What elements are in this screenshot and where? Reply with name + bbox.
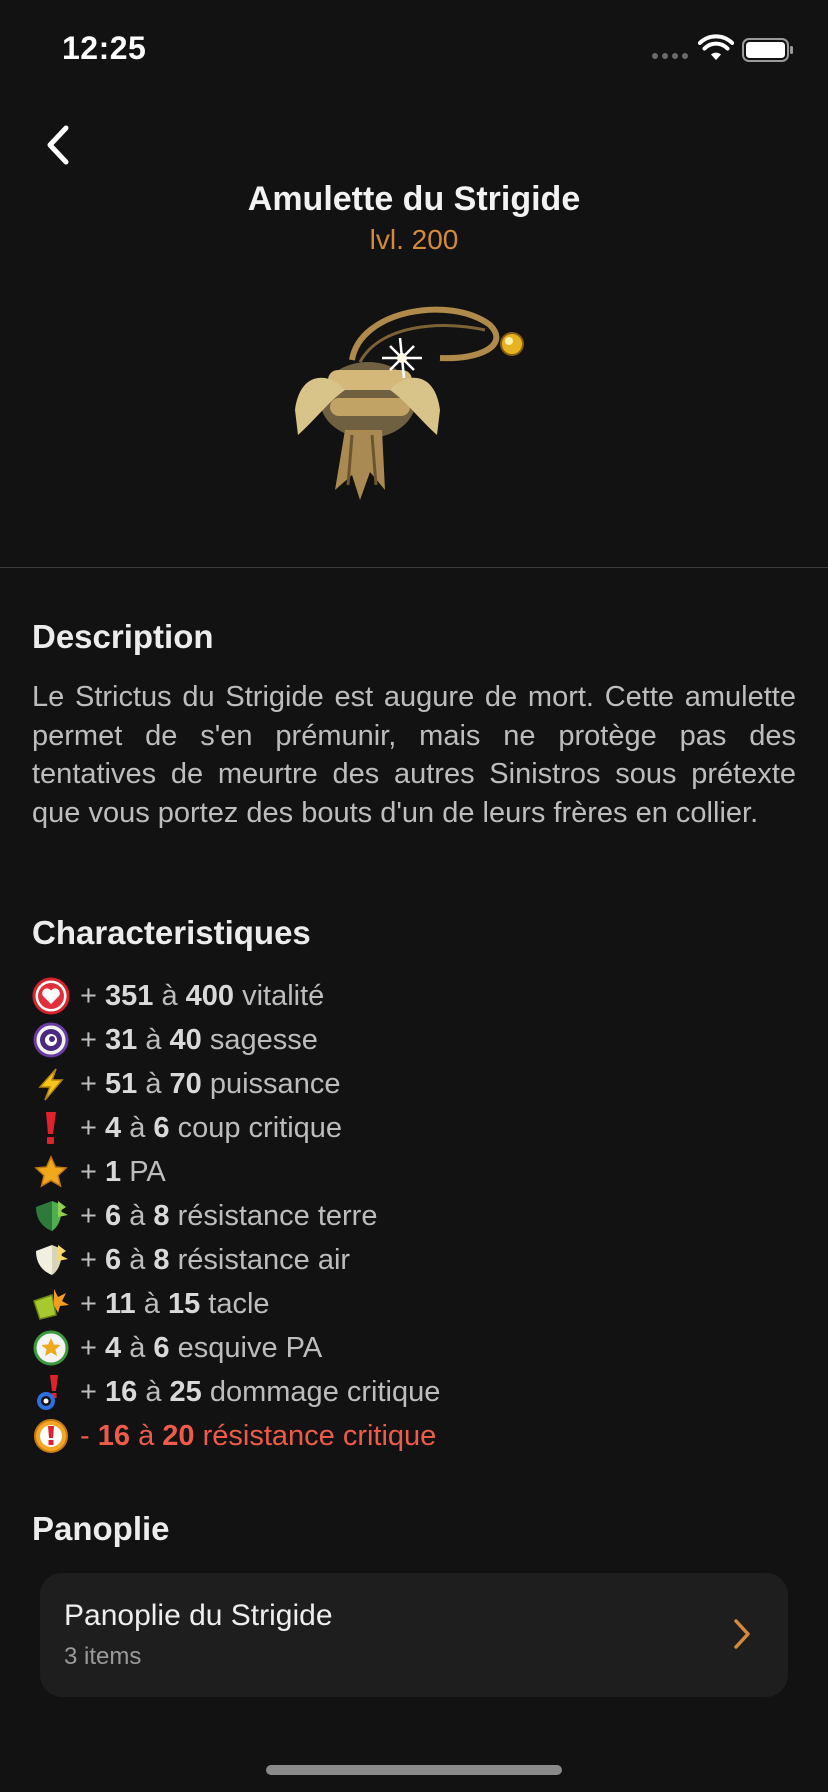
set-name: Panoplie du Strigide — [64, 1599, 333, 1632]
cellular-signal-icon — [652, 53, 688, 59]
star-icon — [34, 1155, 68, 1188]
stat-row: + 1 PA — [32, 1150, 812, 1194]
header-divider — [0, 567, 828, 568]
item-detail-page: 12:25 Amulette du Strigide lvl. 200 Desc… — [0, 0, 828, 1792]
battery-icon — [742, 38, 793, 62]
stat-row: + 6 à 8 résistance air — [32, 1238, 812, 1282]
item-level: lvl. 200 — [369, 224, 459, 255]
dodge-ap-icon — [33, 1330, 69, 1366]
critical-resist-icon — [34, 1419, 68, 1453]
home-indicator[interactable] — [266, 1765, 562, 1775]
amulet-image — [295, 306, 524, 500]
critical-damage-icon — [37, 1375, 58, 1410]
stat-row: + 16 à 25 dommage critique — [32, 1370, 812, 1414]
wisdom-icon — [33, 1022, 69, 1058]
set-item-count: 3 items — [64, 1643, 142, 1670]
stat-row: - 16 à 20 résistance critique — [32, 1414, 812, 1458]
characteristics-heading: Characteristiques — [32, 914, 311, 951]
status-bar: 12:25 — [0, 0, 828, 100]
stat-row: + 351 à 400 vitalité — [32, 974, 812, 1018]
heart-icon — [32, 977, 70, 1015]
exclamation-icon — [46, 1112, 56, 1144]
chevron-left-icon — [47, 125, 69, 165]
stat-row: + 31 à 40 sagesse — [32, 1018, 812, 1062]
chevron-right-icon — [734, 1619, 750, 1649]
item-title: Amulette du Strigide — [247, 180, 581, 218]
stat-row: + 4 à 6 esquive PA — [32, 1326, 812, 1370]
status-time: 12:25 — [62, 30, 147, 66]
description-heading: Description — [32, 618, 214, 655]
back-button[interactable] — [38, 120, 78, 170]
description-text: Le Strictus du Strigide est augure de mo… — [32, 681, 796, 829]
lightning-icon — [38, 1068, 64, 1101]
wifi-icon — [698, 34, 734, 60]
stat-row: + 51 à 70 puissance — [32, 1062, 812, 1106]
air-shield-icon — [36, 1245, 68, 1275]
stat-row: + 4 à 6 coup critique — [32, 1106, 812, 1150]
panoplie-heading: Panoplie — [32, 1510, 170, 1547]
tackle-icon — [33, 1289, 69, 1320]
stat-row: + 11 à 15 tacle — [32, 1282, 812, 1326]
characteristics-list: + 351 à 400 vitalité + 31 à 40 sagesse +… — [32, 974, 812, 1458]
earth-shield-icon — [36, 1201, 68, 1231]
stat-row: + 6 à 8 résistance terre — [32, 1194, 812, 1238]
set-card[interactable]: Panoplie du Strigide 3 items — [40, 1573, 788, 1697]
